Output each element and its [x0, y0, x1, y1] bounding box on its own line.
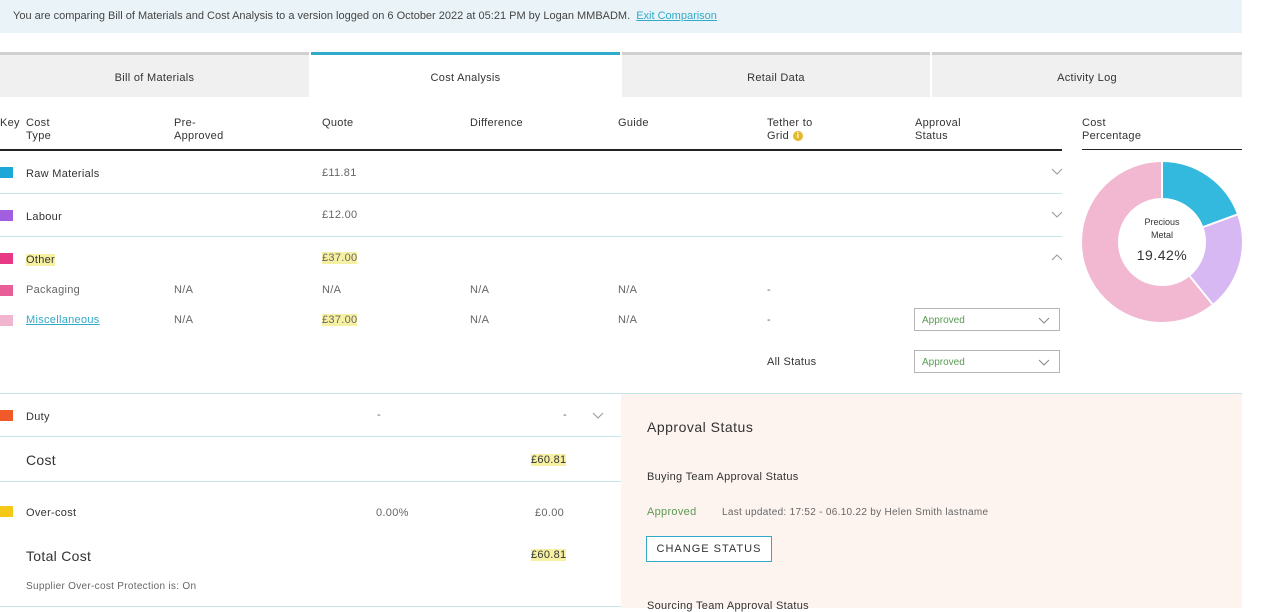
- donut-center-label-line1: Precious: [1144, 217, 1180, 227]
- donut-center-value: 19.42%: [1136, 247, 1188, 263]
- row-miscellaneous-guide: N/A: [618, 314, 638, 326]
- key-swatch-raw-materials: [0, 167, 13, 178]
- row-other-quote-text: £37.00: [322, 252, 358, 264]
- row-miscellaneous-quote: £37.00: [322, 314, 358, 326]
- row-labour-quote: £12.00: [322, 209, 358, 221]
- row-over-cost-value: £0.00: [535, 507, 565, 519]
- header-cost-type-line1: Cost: [26, 117, 50, 129]
- row-packaging-difference: N/A: [470, 284, 490, 296]
- key-swatch-miscellaneous: [0, 315, 13, 326]
- buying-team-status: Approved: [647, 506, 697, 518]
- tab-bill-of-materials[interactable]: Bill of Materials: [0, 52, 309, 97]
- row-total-cost-label: Total Cost: [26, 548, 92, 564]
- row-divider: [0, 606, 621, 607]
- row-divider: [0, 481, 621, 482]
- row-packaging-quote: N/A: [322, 284, 342, 296]
- comparison-banner-text: You are comparing Bill of Materials and …: [13, 10, 631, 22]
- row-packaging-tether: -: [767, 284, 771, 296]
- chevron-down-icon: [1038, 317, 1050, 324]
- header-divider: [0, 149, 1062, 151]
- row-over-cost-label: Over-cost: [26, 507, 77, 519]
- header-guide: Guide: [618, 117, 649, 129]
- header-cost-type: Cost Type: [26, 117, 51, 143]
- header-pre-approved-line1: Pre-: [174, 117, 196, 129]
- row-cost-value: £60.81: [531, 454, 567, 466]
- header-cost-percentage: Cost Percentage: [1082, 117, 1141, 143]
- row-miscellaneous-pre-approved: N/A: [174, 314, 194, 326]
- header-approval-line1: Approval: [915, 117, 961, 129]
- row-total-cost-value: £60.81: [531, 549, 567, 561]
- row-miscellaneous-tether: -: [767, 314, 771, 326]
- row-packaging-guide: N/A: [618, 284, 638, 296]
- exit-comparison-link[interactable]: Exit Comparison: [636, 10, 717, 22]
- approval-status-select-value: Approved: [922, 315, 965, 326]
- row-duty-col-a: -: [377, 409, 381, 421]
- row-other-quote: £37.00: [322, 252, 358, 264]
- tab-retail-data[interactable]: Retail Data: [622, 52, 930, 97]
- header-quote: Quote: [322, 117, 354, 129]
- header-approval-line2: Status: [915, 130, 948, 142]
- row-total-cost-value-text: £60.81: [531, 549, 567, 561]
- all-status-label: All Status: [767, 356, 817, 368]
- row-divider: [0, 236, 1062, 237]
- chevron-down-icon[interactable]: [1051, 211, 1063, 219]
- tab-cost-analysis[interactable]: Cost Analysis: [311, 52, 620, 97]
- row-divider: [0, 436, 621, 437]
- change-status-button[interactable]: CHANGE STATUS: [646, 536, 772, 562]
- row-raw-materials-quote: £11.81: [322, 167, 357, 179]
- header-tether-to-grid: Tether to Grid i: [767, 117, 813, 143]
- header-approval-status: Approval Status: [915, 117, 961, 143]
- row-other-label: Other: [26, 254, 56, 266]
- key-swatch-other: [0, 253, 13, 264]
- all-status-select[interactable]: Approved: [914, 350, 1060, 373]
- row-packaging-pre-approved: N/A: [174, 284, 194, 296]
- row-miscellaneous-quote-text: £37.00: [322, 314, 358, 326]
- all-status-select-value: Approved: [922, 357, 965, 368]
- row-duty-label: Duty: [26, 411, 50, 423]
- chevron-down-icon[interactable]: [592, 412, 604, 420]
- approval-status-select[interactable]: Approved: [914, 308, 1060, 331]
- row-raw-materials-label: Raw Materials: [26, 168, 100, 180]
- header-tether-line2: Grid: [767, 130, 789, 142]
- row-cost-value-text: £60.81: [531, 454, 567, 466]
- info-icon[interactable]: i: [792, 131, 803, 142]
- row-divider: [0, 193, 1062, 194]
- sourcing-team-title: Sourcing Team Approval Status: [647, 600, 809, 612]
- row-miscellaneous-link[interactable]: Miscellaneous: [26, 314, 100, 326]
- header-key: Key: [0, 117, 20, 129]
- row-cost-label: Cost: [26, 452, 56, 468]
- header-divider-right: [1082, 149, 1242, 150]
- chevron-down-icon: [1038, 359, 1050, 366]
- row-over-cost-percent: 0.00%: [376, 507, 409, 519]
- row-duty-col-b: -: [563, 409, 567, 421]
- row-labour-label: Labour: [26, 211, 63, 223]
- tab-activity-log[interactable]: Activity Log: [932, 52, 1242, 97]
- row-miscellaneous-difference: N/A: [470, 314, 490, 326]
- tab-bar: Bill of Materials Cost Analysis Retail D…: [0, 52, 1242, 97]
- row-other-label-text: Other: [26, 254, 56, 266]
- key-swatch-packaging: [0, 285, 13, 296]
- chevron-down-icon[interactable]: [1051, 168, 1063, 176]
- header-tether-line1: Tether to: [767, 117, 813, 129]
- cost-percentage-donut: [1082, 162, 1242, 322]
- header-difference: Difference: [470, 117, 523, 129]
- over-cost-protection-note: Supplier Over-cost Protection is: On: [26, 581, 197, 592]
- donut-center-label: Precious Metal: [1122, 216, 1202, 242]
- header-pre-approved: Pre- Approved: [174, 117, 224, 143]
- header-pre-approved-line2: Approved: [174, 130, 224, 142]
- approval-panel-title: Approval Status: [647, 419, 754, 435]
- chevron-up-icon[interactable]: [1051, 253, 1063, 261]
- header-cost-pct-line1: Cost: [1082, 117, 1106, 129]
- header-cost-type-line2: Type: [26, 130, 52, 142]
- donut-center-label-line2: Metal: [1150, 230, 1173, 240]
- buying-team-title: Buying Team Approval Status: [647, 471, 799, 483]
- comparison-banner: You are comparing Bill of Materials and …: [0, 0, 1242, 33]
- buying-team-last-updated: Last updated: 17:52 - 06.10.22 by Helen …: [722, 507, 989, 518]
- header-cost-pct-line2: Percentage: [1082, 130, 1142, 142]
- key-swatch-over-cost: [0, 506, 13, 517]
- key-swatch-labour: [0, 210, 13, 221]
- row-packaging-label: Packaging: [26, 284, 81, 296]
- key-swatch-duty: [0, 410, 13, 421]
